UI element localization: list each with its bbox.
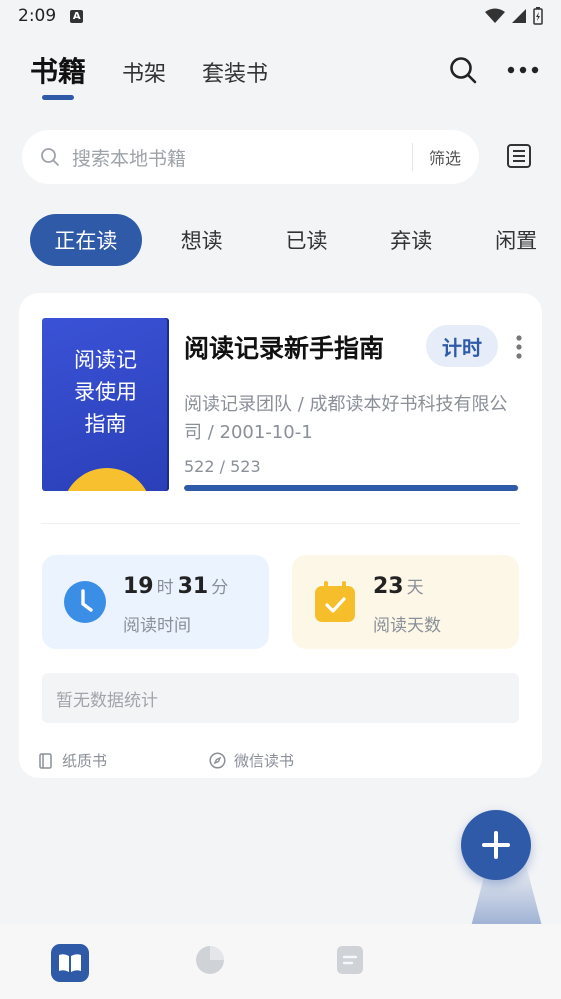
tag-wechat-read: 微信读书 <box>209 750 294 771</box>
reading-minutes: 31 <box>177 574 209 599</box>
notification-badge-icon: A <box>70 9 84 23</box>
no-data-panel: 暂无数据统计 <box>42 673 519 723</box>
plus-icon <box>482 831 510 859</box>
open-book-icon <box>51 944 89 982</box>
hours-unit: 时 <box>156 578 174 598</box>
chip-abandoned[interactable]: 弃读 <box>351 214 471 266</box>
timer-button[interactable]: 计时 <box>426 325 498 367</box>
cover-title: 阅读记录使用指南 <box>74 348 137 436</box>
tag-paper-book: 纸质书 <box>38 750 107 771</box>
signal-icon <box>512 9 526 23</box>
compass-icon <box>209 752 226 769</box>
reading-time-value: 19 时 31 分 <box>123 573 232 599</box>
nav-books[interactable] <box>51 944 89 986</box>
nav-notes[interactable] <box>336 944 364 980</box>
reading-days-box[interactable]: 23 天 阅读天数 <box>292 555 519 649</box>
chip-reading[interactable]: 正在读 <box>30 214 142 266</box>
more-horizontal-icon[interactable] <box>507 66 539 74</box>
calendar-icon <box>315 581 355 622</box>
clock-icon <box>64 581 106 623</box>
card-divider <box>41 523 520 524</box>
header-tabs: 书籍 书架 套装书 <box>30 50 268 100</box>
battery-icon <box>533 7 543 25</box>
note-icon <box>337 946 363 974</box>
more-vertical-icon[interactable] <box>515 335 523 359</box>
tag-paper-label: 纸质书 <box>62 752 108 770</box>
cover-decoration <box>62 468 152 491</box>
tab-books[interactable]: 书籍 <box>30 50 86 100</box>
reading-days-label: 阅读天数 <box>373 616 441 636</box>
reading-time-box[interactable]: 19 时 31 分 阅读时间 <box>42 555 269 649</box>
add-book-button[interactable] <box>461 810 531 880</box>
progress-fill <box>184 485 519 491</box>
bottom-navigation <box>0 924 561 999</box>
filter-divider <box>411 143 413 171</box>
minutes-unit: 分 <box>211 578 229 598</box>
search-icon <box>41 148 59 166</box>
wifi-icon <box>485 8 505 23</box>
chip-idle[interactable]: 闲置 <box>471 214 561 266</box>
reading-days: 23 <box>373 574 404 599</box>
list-view-icon[interactable] <box>506 143 532 169</box>
search-input[interactable]: 搜索本地书籍 <box>72 144 412 171</box>
book-title[interactable]: 阅读记录新手指南 <box>184 329 384 365</box>
reading-days-value: 23 天 <box>373 573 428 599</box>
pie-chart-icon <box>196 946 224 974</box>
reading-status-chips: 正在读 想读 已读 弃读 闲置 <box>30 214 561 266</box>
days-unit: 天 <box>406 578 424 598</box>
progress-text: 522 / 523 <box>184 457 261 476</box>
progress-bar <box>184 485 519 491</box>
tag-wechat-label: 微信读书 <box>234 752 295 770</box>
book-meta: 阅读记录团队 / 成都读本好书科技有限公司 / 2001-10-1 <box>184 394 508 443</box>
search-icon[interactable] <box>449 56 477 84</box>
book-cover[interactable]: 阅读记录使用指南 <box>42 318 169 491</box>
tab-bookshelf[interactable]: 书架 <box>122 56 166 100</box>
reading-time-label: 阅读时间 <box>123 616 191 636</box>
header-actions <box>449 56 539 84</box>
chip-finished[interactable]: 已读 <box>262 214 352 266</box>
book-icon <box>39 752 52 769</box>
book-card[interactable]: 阅读记录使用指南 阅读记录新手指南 计时 阅读记录团队 / 成都读本好书科技有限… <box>19 293 542 778</box>
chip-want-to-read[interactable]: 想读 <box>142 214 262 266</box>
status-bar: 2:09 A <box>0 0 561 32</box>
search-bar[interactable]: 搜索本地书籍 筛选 <box>22 130 479 184</box>
reading-hours: 19 <box>123 574 154 599</box>
tab-book-sets[interactable]: 套装书 <box>202 56 268 100</box>
nav-statistics[interactable] <box>194 944 226 980</box>
filter-button[interactable]: 筛选 <box>429 145 461 169</box>
status-time: 2:09 <box>18 6 57 26</box>
